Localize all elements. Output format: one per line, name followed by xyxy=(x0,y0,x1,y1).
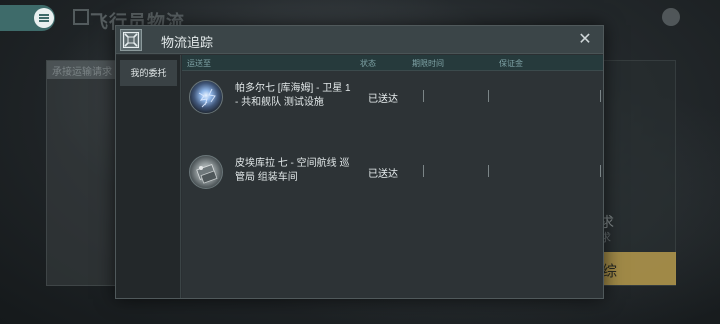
row-divider xyxy=(600,90,601,102)
background-close-icon xyxy=(662,8,680,26)
close-icon[interactable]: ✕ xyxy=(576,31,594,49)
row-divider xyxy=(423,90,424,102)
row-divider xyxy=(488,165,489,177)
dialog-title: 物流追踪 xyxy=(161,35,214,50)
column-header-collateral: 保证金 xyxy=(499,59,523,68)
app-logo-icon xyxy=(73,9,89,25)
row-divider xyxy=(600,165,601,177)
column-header-status: 状态 xyxy=(360,59,376,68)
background-action-button: 综 xyxy=(602,252,676,285)
row-status: 已送达 xyxy=(368,94,398,105)
menu-button[interactable] xyxy=(0,5,55,31)
table-row[interactable]: 帕多尔七 [库海姆] - 卫星 1 - 共和舰队 测试设施 已送达 xyxy=(182,76,603,118)
logistics-tracking-dialog: 物流追踪 ✕ 我的委托 运送至 状态 期限时间 保证金 帕多尔七 [库海姆] -… xyxy=(115,25,604,299)
tab-my-contracts[interactable]: 我的委托 xyxy=(120,60,177,86)
machinery-icon xyxy=(189,155,223,189)
dialog-sidebar: 我的委托 xyxy=(116,55,181,298)
table-row[interactable]: 皮埃库拉 七 - 空间航线 巡管局 组装车间 已送达 xyxy=(182,151,603,193)
hamburger-icon xyxy=(34,8,54,28)
background-left-panel-label: 承接运输请求 xyxy=(52,67,112,78)
column-header-destination: 运送至 xyxy=(187,59,211,68)
row-destination: 帕多尔七 [库海姆] - 卫星 1 - 共和舰队 测试设施 xyxy=(235,83,351,108)
contracts-table: 运送至 状态 期限时间 保证金 帕多尔七 [库海姆] - 卫星 1 - 共和舰队… xyxy=(182,55,603,298)
row-divider xyxy=(488,90,489,102)
row-status: 已送达 xyxy=(368,169,398,180)
column-header-deadline: 期限时间 xyxy=(412,59,444,68)
row-destination: 皮埃库拉 七 - 空间航线 巡管局 组装车间 xyxy=(235,158,350,183)
dialog-logo-icon xyxy=(120,29,142,51)
background-left-panel xyxy=(46,60,118,286)
row-divider xyxy=(423,165,424,177)
background-action-button-label: 综 xyxy=(602,263,618,280)
electric-orb-icon xyxy=(189,80,223,114)
table-header: 运送至 状态 期限时间 保证金 xyxy=(182,55,603,71)
dialog-header: 物流追踪 ✕ xyxy=(116,26,603,54)
